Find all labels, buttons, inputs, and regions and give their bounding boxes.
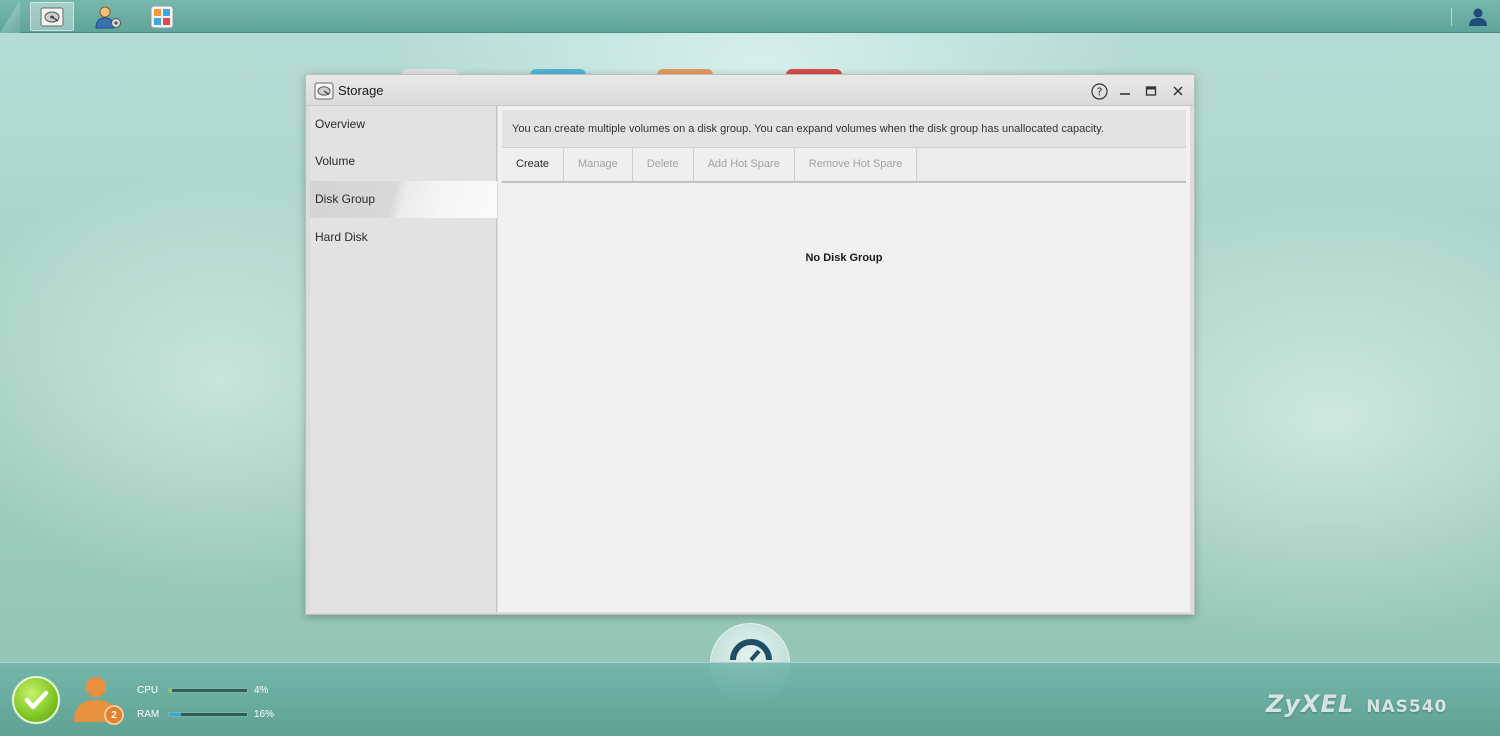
taskbar-separator <box>1451 8 1452 26</box>
help-button[interactable]: ? <box>1090 82 1108 100</box>
minimize-button[interactable] <box>1116 82 1134 100</box>
storage-window: Storage ? Overview Volume Disk Group Har… <box>305 74 1195 615</box>
brand: ZyXEL NAS540 <box>1266 690 1447 718</box>
close-button[interactable] <box>1169 82 1187 100</box>
disk-group-panel: You can create multiple volumes on a dis… <box>498 106 1190 612</box>
taskbar-corner <box>0 0 20 33</box>
user-settings-app-button[interactable] <box>86 2 130 31</box>
system-status-button[interactable] <box>12 676 60 724</box>
minimize-icon <box>1120 93 1130 95</box>
create-button[interactable]: Create <box>502 148 565 181</box>
dashboard-gauge-icon <box>730 639 772 662</box>
top-taskbar <box>0 0 1500 33</box>
storage-manager-icon <box>40 7 64 26</box>
user-settings-icon <box>95 6 121 28</box>
ram-value: 16% <box>254 709 275 720</box>
ram-label: RAM <box>137 709 160 720</box>
manage-button[interactable]: Manage <box>564 148 633 181</box>
add-hot-spare-button[interactable]: Add Hot Spare <box>693 148 795 181</box>
device-model: NAS540 <box>1366 697 1448 717</box>
ram-meter <box>168 712 248 717</box>
svg-text:?: ? <box>1096 85 1102 98</box>
sidebar-item-volume[interactable]: Volume <box>310 143 497 180</box>
info-message: You can create multiple volumes on a dis… <box>502 110 1186 148</box>
storage-manager-app-button[interactable] <box>30 2 74 31</box>
help-icon: ? <box>1090 82 1108 100</box>
storage-window-icon <box>314 82 334 100</box>
ram-meter-fill <box>169 713 182 716</box>
sidebar-item-disk-group[interactable]: Disk Group <box>310 181 497 218</box>
empty-state-message: No Disk Group <box>805 252 883 264</box>
sidebar-item-hard-disk[interactable]: Hard Disk <box>310 219 497 256</box>
maximize-button[interactable] <box>1142 82 1160 100</box>
user-account-button[interactable] <box>1466 5 1490 29</box>
cpu-meter <box>168 688 248 693</box>
sidebar-item-overview[interactable]: Overview <box>310 106 497 143</box>
user-account-icon <box>1469 8 1487 26</box>
app-center-app-button[interactable] <box>140 2 184 31</box>
app-center-icon <box>150 5 174 28</box>
window-title: Storage <box>338 83 384 98</box>
cpu-label: CPU <box>137 685 159 696</box>
zyxel-logo: ZyXEL <box>1266 690 1355 718</box>
delete-button[interactable]: Delete <box>632 148 694 181</box>
close-icon <box>1173 86 1183 96</box>
remove-hot-spare-button[interactable]: Remove Hot Spare <box>794 148 918 181</box>
cpu-meter-fill <box>169 689 173 692</box>
window-titlebar[interactable]: Storage ? <box>306 75 1194 106</box>
status-ok-icon <box>24 690 49 710</box>
online-users-count-badge: 2 <box>104 705 124 725</box>
cpu-value: 4% <box>254 685 269 696</box>
disk-group-toolbar: Create Manage Delete Add Hot Spare Remov… <box>502 148 1186 183</box>
maximize-icon <box>1145 86 1157 96</box>
storage-sidebar: Overview Volume Disk Group Hard Disk <box>310 106 497 612</box>
